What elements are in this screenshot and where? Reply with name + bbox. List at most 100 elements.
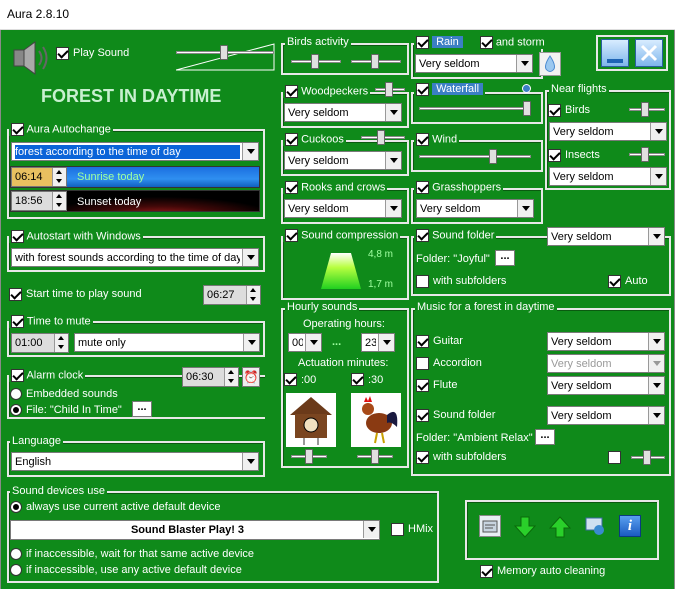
grasshoppers-freq-select[interactable]: Very seldom [416, 199, 534, 218]
upload-icon[interactable] [548, 515, 572, 539]
settings-icon[interactable] [479, 515, 501, 537]
chevron-down-icon [305, 334, 321, 351]
birds-activity-slider-2[interactable] [351, 52, 401, 72]
chevron-down-icon [648, 333, 664, 350]
sound-folder-browse-button[interactable]: ... [495, 250, 515, 266]
chevron-down-icon [650, 168, 666, 185]
accordion-freq-select[interactable]: Very seldom [547, 354, 665, 373]
raindrop-icon[interactable] [539, 52, 561, 76]
woodpeckers-checkbox[interactable] [285, 85, 298, 98]
waterfall-checkbox[interactable] [416, 83, 429, 96]
cuckoos-slider[interactable] [361, 128, 405, 148]
hours-from-select[interactable]: 00 [288, 333, 322, 352]
device-any-radio[interactable] [10, 564, 22, 576]
hourly-slider-1[interactable] [291, 447, 327, 467]
rain-checkbox[interactable] [416, 36, 429, 49]
compression-checkbox[interactable] [285, 229, 298, 242]
alarm-browse-button[interactable]: ... [132, 401, 152, 417]
near-birds-freq-select[interactable]: Very seldom [549, 122, 667, 141]
operating-hours-label: Operating hours: [303, 318, 385, 330]
music-extra-checkbox[interactable] [608, 451, 621, 464]
volume-slider[interactable] [176, 40, 276, 75]
sunset-time-spinner[interactable]: 18:56 [11, 191, 67, 211]
cuckoos-checkbox[interactable] [285, 133, 298, 146]
info-icon[interactable]: i [619, 515, 641, 537]
near-birds-label: Birds [565, 104, 591, 116]
autochange-checkbox[interactable] [11, 123, 24, 136]
start-time-checkbox[interactable] [9, 288, 22, 301]
cuckoo-clock-icon[interactable] [286, 393, 336, 447]
compression-gauge[interactable] [319, 249, 365, 293]
rooster-icon[interactable] [351, 393, 401, 447]
music-subfolders-checkbox[interactable] [416, 451, 429, 464]
download-icon[interactable] [513, 515, 537, 539]
mute-mode-select[interactable]: mute only [74, 333, 260, 352]
storm-checkbox[interactable] [479, 36, 493, 49]
rooks-freq-select[interactable]: Very seldom [284, 199, 402, 218]
near-birds-checkbox[interactable] [548, 104, 561, 117]
start-time-spinner[interactable]: 06:27 [203, 285, 261, 305]
autochange-mode-select[interactable]: forest according to the time of day [11, 142, 259, 161]
flute-freq-select[interactable]: Very seldom [547, 376, 665, 395]
waterfall-slider[interactable] [419, 99, 531, 119]
update-icon[interactable] [584, 515, 606, 537]
start-time-label: Start time to play sound [26, 288, 142, 300]
wind-slider[interactable] [419, 147, 531, 167]
chevron-down-icon [385, 104, 401, 121]
grasshoppers-checkbox[interactable] [416, 181, 429, 194]
sunrise-time-spinner[interactable]: 06:14 [11, 167, 67, 187]
hours-to-select[interactable]: 23 [361, 333, 395, 352]
close-button[interactable] [635, 39, 663, 67]
mute-time-spinner[interactable]: 01:00 [11, 333, 69, 353]
device-select[interactable]: Sound Blaster Play! 3 [10, 520, 380, 540]
guitar-checkbox[interactable] [416, 335, 429, 348]
minute-00-checkbox[interactable] [284, 373, 297, 386]
alarm-time-spinner[interactable]: 06:30 [182, 367, 239, 387]
alarm-checkbox[interactable] [11, 369, 24, 382]
sound-folder-freq-select[interactable]: Very seldom [547, 227, 665, 246]
language-label: Language [10, 435, 63, 448]
speaker-icon[interactable] [11, 37, 55, 81]
chevron-down-icon [363, 521, 379, 538]
birds-activity-slider-1[interactable] [291, 52, 341, 72]
embedded-sounds-radio[interactable] [10, 388, 22, 400]
woodpeckers-freq-select[interactable]: Very seldom [284, 103, 402, 122]
minute-30-label: :30 [368, 374, 384, 386]
device-wait-label: if inaccessible, wait for that same acti… [26, 548, 255, 560]
play-sound-checkbox[interactable] [56, 47, 69, 60]
alarm-clock-icon[interactable]: ⏰ [242, 367, 260, 387]
guitar-freq-select[interactable]: Very seldom [547, 332, 665, 351]
device-wait-radio[interactable] [10, 548, 22, 560]
flute-checkbox[interactable] [416, 379, 429, 392]
hourly-slider-2[interactable] [357, 447, 393, 467]
minute-30-checkbox[interactable] [351, 373, 364, 386]
autostart-mode-select[interactable]: with forest sounds according to the time… [11, 248, 259, 267]
compression-top-value: 4,8 m [368, 249, 394, 260]
device-current-radio[interactable] [10, 501, 22, 513]
near-insects-slider[interactable] [629, 145, 665, 165]
music-folder-browse-button[interactable]: ... [535, 429, 555, 445]
hmix-checkbox[interactable] [391, 523, 404, 536]
language-select[interactable]: English [11, 452, 259, 471]
music-folder-freq-select[interactable]: Very seldom [547, 406, 665, 425]
autostart-checkbox[interactable] [11, 230, 24, 243]
accordion-checkbox[interactable] [416, 357, 429, 370]
memory-cleaning-checkbox[interactable] [480, 565, 493, 578]
woodpeckers-slider[interactable] [375, 80, 405, 100]
sound-folder-checkbox[interactable] [416, 229, 429, 242]
near-insects-checkbox[interactable] [548, 149, 561, 162]
music-volume-slider[interactable] [631, 448, 665, 468]
wind-checkbox[interactable] [416, 133, 429, 146]
sound-folder-subfolders-checkbox[interactable] [416, 275, 429, 288]
minimize-button[interactable] [601, 39, 629, 67]
sound-folder-auto-checkbox[interactable] [608, 275, 621, 288]
music-folder-checkbox[interactable] [416, 409, 429, 422]
cuckoos-freq-select[interactable]: Very seldom [284, 151, 402, 170]
rooks-checkbox[interactable] [285, 181, 298, 194]
near-birds-slider[interactable] [629, 100, 665, 120]
rain-freq-select[interactable]: Very seldom [415, 54, 533, 73]
mute-checkbox[interactable] [11, 315, 24, 328]
near-insects-freq-select[interactable]: Very seldom [549, 167, 667, 186]
alarm-file-radio[interactable] [10, 404, 22, 416]
rooks-label: Rooks and crows [301, 181, 386, 194]
